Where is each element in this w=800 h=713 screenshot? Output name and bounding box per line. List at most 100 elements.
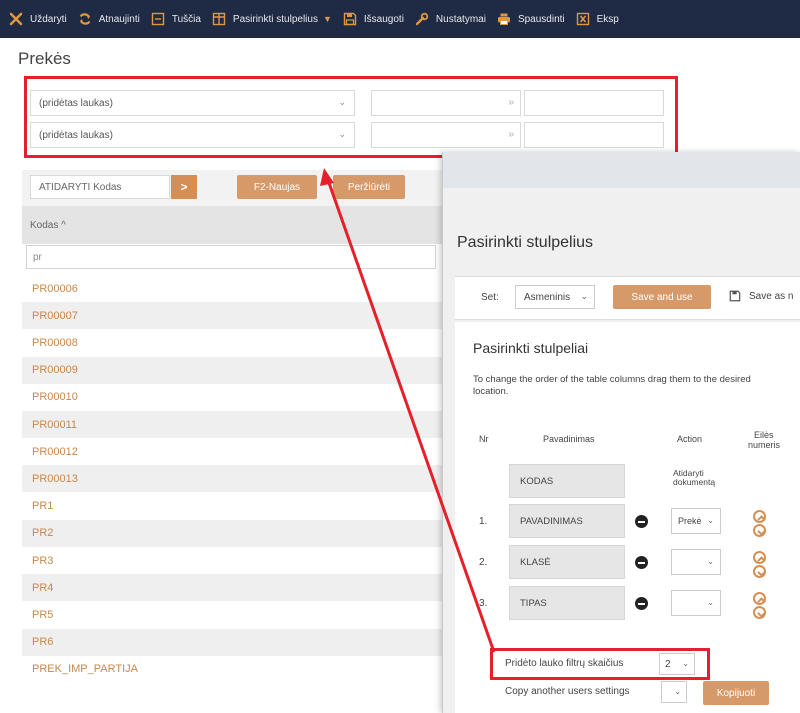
filter-from-input-1[interactable]: » (371, 90, 521, 116)
row-number-3: 3. (479, 598, 488, 609)
remove-column-icon[interactable] (635, 556, 648, 569)
action-select-1[interactable]: Prekė ⌄ (671, 508, 721, 534)
move-down-icon[interactable] (753, 606, 766, 619)
chevron-down-icon: ⌄ (580, 291, 588, 301)
page-title: Prekės (18, 49, 71, 68)
set-select[interactable]: Asmeninis ⌄ (515, 285, 595, 309)
list-item[interactable]: PR00009 (22, 356, 442, 384)
list-item[interactable]: PR00007 (22, 302, 442, 330)
save-as-button[interactable]: Save as n (729, 290, 793, 302)
action-select-3[interactable]: ⌄ (671, 590, 721, 616)
chevron-down-icon: ⌄ (707, 516, 714, 525)
header-order-1: Eilės (754, 430, 774, 440)
header-order-2: numeris (748, 440, 781, 450)
refresh-button[interactable]: Atnaujinti (77, 11, 140, 27)
close-button[interactable]: Uždaryti (8, 11, 67, 27)
choose-columns-dialog: Pasirinkti stulpelius Set: Asmeninis ⌄ S… (442, 152, 800, 713)
print-button[interactable]: Spausdinti (496, 11, 565, 27)
settings-button[interactable]: Nustatymai (414, 11, 486, 27)
list-item[interactable]: PR2 (22, 519, 442, 547)
column-item-tipas[interactable]: TIPAS (509, 586, 625, 620)
close-label: Uždaryti (30, 13, 67, 25)
header-name: Pavadinimas (543, 434, 595, 444)
filter-to-input-2[interactable] (524, 122, 664, 148)
filter-field-value-1: (pridėtas laukas) (39, 97, 113, 109)
chevron-down-icon: ⌄ (707, 598, 714, 607)
column-item-klase[interactable]: KLASĖ (509, 545, 625, 579)
set-value: Asmeninis (524, 291, 571, 303)
set-label: Set: (481, 292, 499, 303)
chevron-down-icon: ⌄ (707, 557, 714, 566)
list-item[interactable]: PR00008 (22, 329, 442, 356)
filter-field-select-1[interactable]: (pridėtas laukas) ⌄ (30, 90, 355, 116)
copy-settings-label: Copy another users settings (505, 686, 630, 697)
copy-button[interactable]: Kopijuoti (703, 681, 769, 705)
header-action: Action (677, 434, 703, 444)
save-and-use-button[interactable]: Save and use (613, 285, 711, 309)
filter-count-label: Pridėto lauko filtrų skaičius (505, 658, 624, 669)
view-button[interactable]: Peržiūrėti (333, 175, 405, 199)
list-item[interactable]: PR00010 (22, 384, 442, 411)
choose-columns-label: Pasirinkti stulpelius (232, 13, 318, 25)
save-icon (342, 11, 358, 27)
choose-columns-button[interactable]: Pasirinkti stulpelius ▼ (211, 11, 332, 27)
export-button[interactable]: Eksp (575, 11, 619, 27)
header-nr: Nr (479, 434, 489, 444)
action-text-open-2: dokumentą (673, 477, 716, 487)
column-item-pavadinimas[interactable]: PAVADINIMAS (509, 504, 625, 538)
dialog-title: Pasirinkti stulpelius (457, 234, 594, 251)
copy-user-select[interactable]: ⌄ (661, 681, 687, 703)
row-number-2: 2. (479, 557, 488, 568)
list-item[interactable]: PREK_IMP_PARTIJA (22, 656, 442, 683)
chevron-down-icon: ⌄ (682, 659, 689, 668)
range-separator-1: » (508, 97, 514, 108)
filter-count-select[interactable]: 2 ⌄ (659, 653, 695, 675)
remove-column-icon[interactable] (635, 597, 648, 610)
action-select-2[interactable]: ⌄ (671, 549, 721, 575)
filter-to-input-1[interactable] (524, 90, 664, 116)
move-up-icon[interactable] (753, 592, 766, 605)
new-button[interactable]: F2-Naujas (237, 175, 317, 199)
range-separator-2: » (508, 129, 514, 140)
refresh-icon (77, 11, 93, 27)
move-down-icon[interactable] (753, 524, 766, 537)
filter-field-select-2[interactable]: (pridėtas laukas) ⌄ (30, 122, 355, 148)
columns-icon (211, 11, 227, 27)
filter-from-input-2[interactable]: » (371, 122, 521, 148)
list-item[interactable]: PR00011 (22, 411, 442, 438)
move-up-icon[interactable] (753, 510, 766, 523)
wrench-icon (414, 11, 430, 27)
blank-button[interactable]: Tuščia (150, 11, 201, 27)
toolbar: Uždaryti Atnaujinti Tuščia Pasirinkti st… (0, 0, 800, 38)
save-as-label: Save as n (749, 290, 794, 302)
column-item-kodas[interactable]: KODAS (509, 464, 625, 498)
open-code-input[interactable]: ATIDARYTI Kodas (30, 175, 170, 199)
filter-field-value-2: (pridėtas laukas) (39, 129, 113, 141)
move-up-icon[interactable] (753, 551, 766, 564)
column-filter-input[interactable]: pr (26, 245, 436, 269)
remove-column-icon[interactable] (635, 515, 648, 528)
settings-label: Nustatymai (435, 13, 486, 25)
list-item[interactable]: PR00006 (22, 275, 442, 302)
print-icon (496, 11, 512, 27)
blank-label: Tuščia (171, 13, 201, 25)
open-button[interactable]: > (171, 175, 197, 199)
list-item[interactable]: PR6 (22, 628, 442, 656)
list-item[interactable]: PR4 (22, 574, 442, 602)
print-label: Spausdinti (517, 13, 565, 25)
list-item[interactable]: PR00013 (22, 465, 442, 493)
caret-down-icon: ▼ (322, 14, 332, 24)
chevron-down-icon: ⌄ (674, 687, 681, 696)
save-icon (729, 290, 741, 302)
export-icon (575, 11, 591, 27)
chevron-down-icon: ⌄ (338, 97, 346, 107)
list-item[interactable]: PR3 (22, 547, 442, 574)
save-button[interactable]: Išsaugoti (342, 11, 404, 27)
close-icon (8, 11, 24, 27)
column-header-code[interactable]: Kodas ^ (22, 206, 442, 244)
blank-icon (150, 11, 166, 27)
list-item[interactable]: PR1 (22, 493, 442, 520)
list-item[interactable]: PR00012 (22, 438, 442, 465)
list-item[interactable]: PR5 (22, 601, 442, 628)
move-down-icon[interactable] (753, 565, 766, 578)
